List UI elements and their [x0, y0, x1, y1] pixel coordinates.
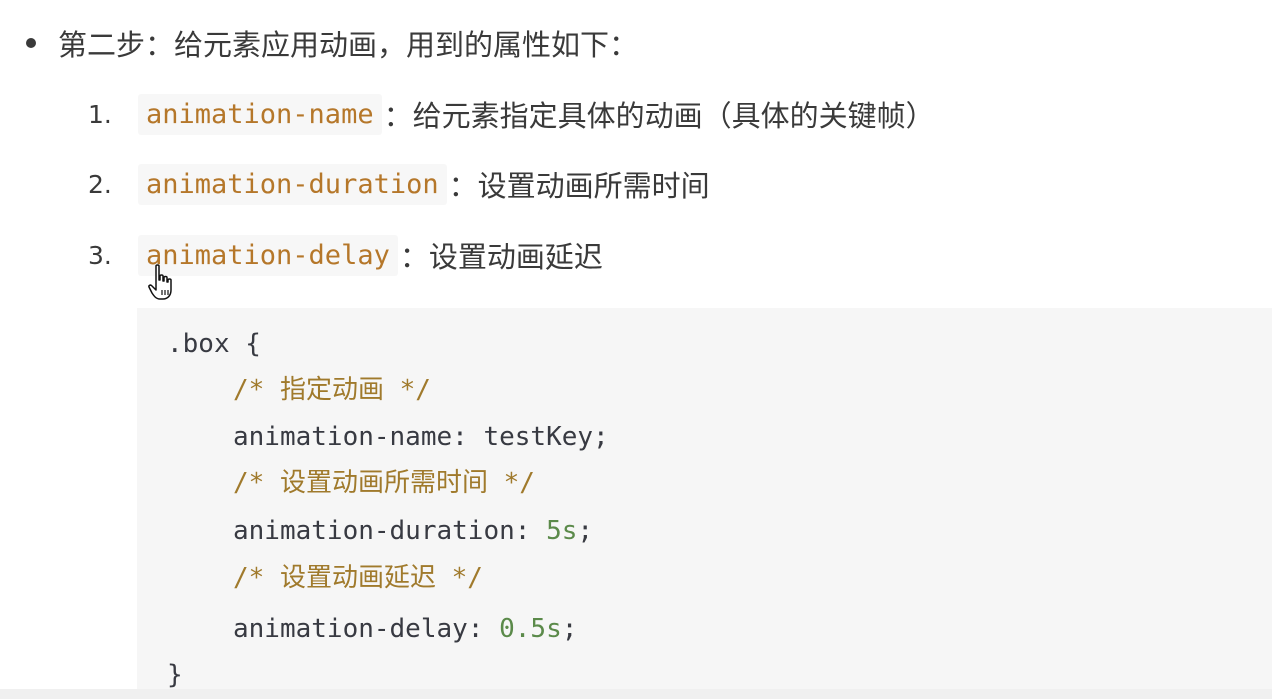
code-line: .box {	[167, 326, 261, 362]
list-number: 1.	[88, 99, 112, 129]
code-comment: /* 设置动画所需时间 */	[233, 468, 535, 498]
code-text: .box {	[167, 329, 261, 359]
list-item: 2. animation-duration ：设置动画所需时间	[88, 159, 710, 209]
inline-code: animation-delay	[138, 234, 398, 276]
code-comment: /* 设置动画延迟 */	[233, 563, 483, 593]
code-punct: ;	[593, 422, 609, 452]
code-value: 5s	[546, 516, 578, 546]
bullet-dot-icon	[26, 38, 36, 48]
code-punct: ;	[577, 516, 594, 546]
inline-code: animation-name	[138, 93, 382, 135]
hand-pointer-cursor-icon	[148, 264, 172, 300]
code-value: testKey	[483, 422, 594, 452]
code-property: animation-name:	[233, 422, 484, 452]
code-line: animation-duration: 5s;	[233, 513, 593, 549]
list-description: ：设置动画延迟	[399, 240, 603, 274]
list-item: 1. animation-name ：给元素指定具体的动画（具体的关键帧）	[88, 89, 935, 139]
code-property: animation-delay:	[233, 614, 500, 644]
list-number: 2.	[88, 169, 112, 199]
code-property: animation-duration:	[233, 516, 547, 546]
code-punct: ;	[561, 614, 578, 644]
code-line: }	[167, 657, 183, 693]
code-line: animation-delay: 0.5s;	[233, 611, 577, 647]
code-block: .box { /* 指定动画 */ animation-name: testKe…	[137, 308, 1272, 699]
intro-text: 第二步：给元素应用动画，用到的属性如下：	[58, 28, 639, 62]
list-number: 3.	[88, 240, 112, 270]
list-description: ：设置动画所需时间	[448, 169, 710, 203]
list-description: ：给元素指定具体的动画（具体的关键帧）	[383, 99, 935, 133]
code-text: }	[167, 660, 183, 690]
code-value: 0.5s	[499, 614, 562, 644]
inline-code: animation-duration	[138, 163, 447, 205]
code-comment: /* 指定动画 */	[233, 375, 431, 405]
code-line: animation-name: testKey;	[233, 419, 609, 455]
intro-line: 第二步：给元素应用动画，用到的属性如下：	[20, 20, 638, 66]
bottom-edge	[0, 689, 1272, 699]
